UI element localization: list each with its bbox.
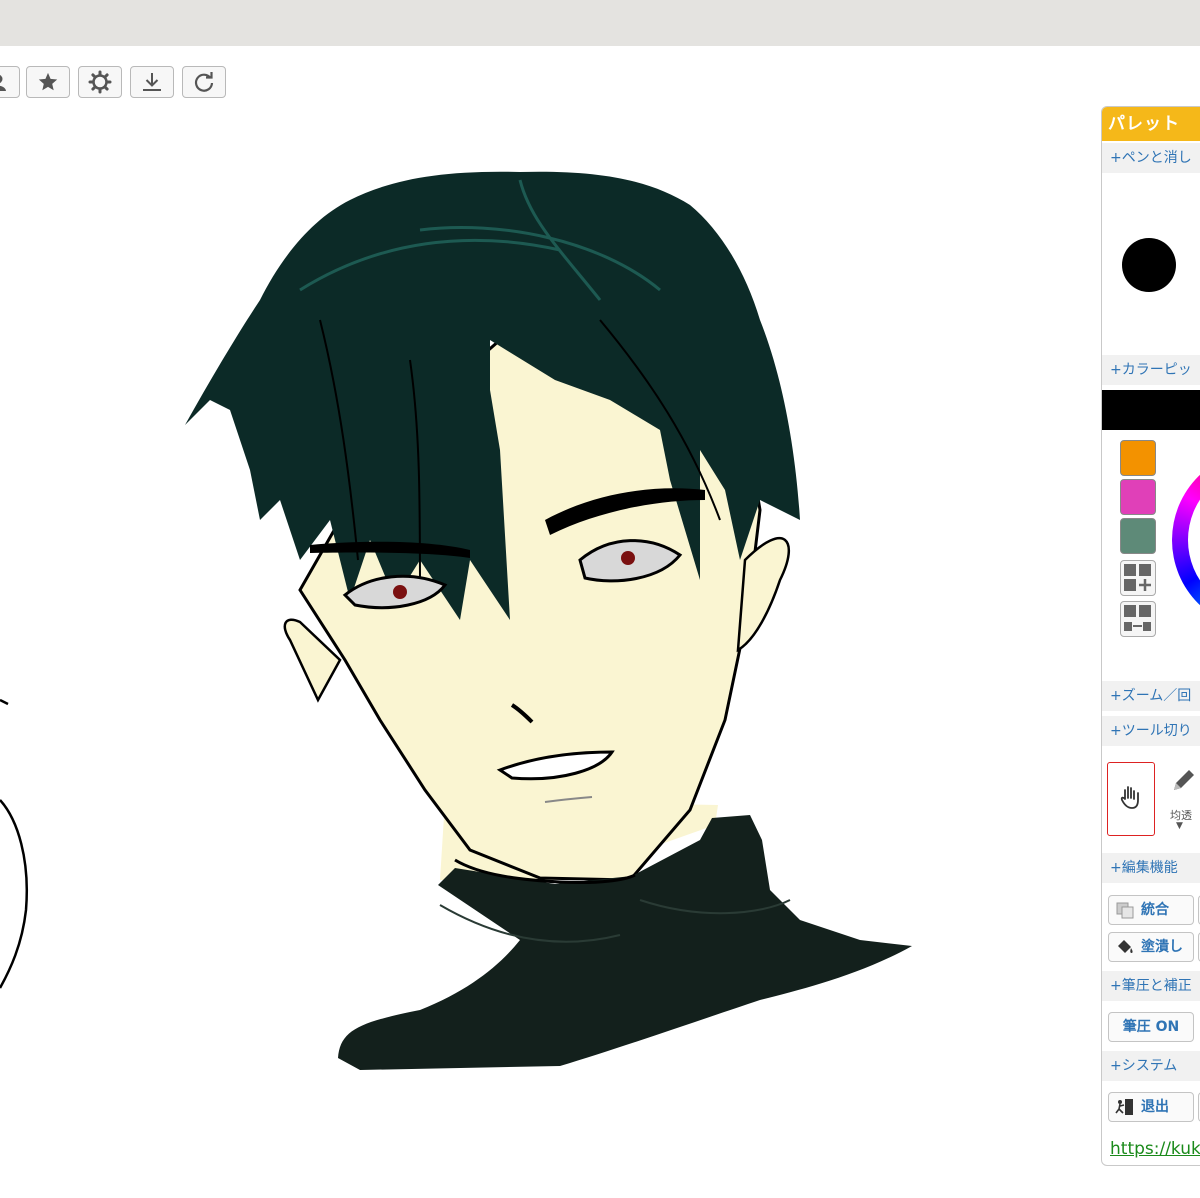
artwork-drawing xyxy=(0,171,912,1070)
download-icon xyxy=(143,73,161,91)
exit-button[interactable]: 退出 xyxy=(1108,1092,1194,1122)
merge-icon xyxy=(1116,902,1134,919)
pen-tool-button[interactable]: 均透 ▼ xyxy=(1160,762,1200,836)
add-swatch-icon xyxy=(1124,564,1151,591)
redo-icon xyxy=(194,72,214,92)
current-color-bar[interactable] xyxy=(1102,390,1200,430)
section-color-picker[interactable]: +カラーピッ xyxy=(1102,355,1200,385)
brush-size-preview xyxy=(1122,238,1176,292)
settings-button[interactable] xyxy=(78,66,122,98)
redo-button[interactable] xyxy=(182,66,226,98)
site-link[interactable]: https://kuk xyxy=(1110,1139,1200,1159)
section-system[interactable]: +システム xyxy=(1102,1051,1200,1081)
user-icon xyxy=(0,74,6,91)
download-button[interactable] xyxy=(130,66,174,98)
exit-door-icon xyxy=(1115,1099,1133,1115)
palette-panel: パレット +ペンと消し +カラーピッ +ズーム／回 +ツール切り 均透 ▼ +編… xyxy=(1101,106,1200,1166)
user-button[interactable] xyxy=(0,66,20,98)
palette-title: パレット xyxy=(1102,107,1200,141)
fill-button[interactable]: 塗潰し xyxy=(1108,932,1194,962)
merge-label: 統合 xyxy=(1141,902,1169,918)
pencil-icon xyxy=(1174,770,1194,790)
star-icon xyxy=(38,72,58,91)
add-swatch-button[interactable] xyxy=(1120,560,1156,596)
section-pen-eraser[interactable]: +ペンと消し xyxy=(1102,143,1200,173)
color-swatch-orange[interactable] xyxy=(1120,440,1156,476)
section-tool-switch[interactable]: +ツール切り xyxy=(1102,716,1200,746)
favorite-button[interactable] xyxy=(26,66,70,98)
swap-swatch-button[interactable] xyxy=(1120,601,1156,637)
swap-swatch-icon xyxy=(1124,605,1151,631)
browser-top-bar xyxy=(0,0,1200,46)
gear-icon xyxy=(88,70,112,94)
exit-label: 退出 xyxy=(1141,1099,1169,1115)
color-swatch-magenta[interactable] xyxy=(1120,479,1156,515)
section-zoom-rotate[interactable]: +ズーム／回 xyxy=(1102,681,1200,711)
fill-label: 塗潰し xyxy=(1141,939,1183,955)
drawing-canvas[interactable] xyxy=(0,110,1100,1194)
section-edit[interactable]: +編集機能 xyxy=(1102,853,1200,883)
hand-tool-button[interactable] xyxy=(1107,762,1155,836)
merge-button[interactable]: 統合 xyxy=(1108,895,1194,925)
section-pressure-correction[interactable]: +筆圧と補正 xyxy=(1102,971,1200,1001)
hand-icon xyxy=(1120,786,1139,809)
pressure-toggle-button[interactable]: 筆圧 ON xyxy=(1108,1012,1194,1042)
pressure-toggle-label: 筆圧 ON xyxy=(1122,1019,1180,1035)
color-swatch-green[interactable] xyxy=(1120,518,1156,554)
paint-bucket-icon xyxy=(1118,940,1133,953)
pen-tool-dropdown[interactable]: ▼ xyxy=(1176,821,1183,831)
